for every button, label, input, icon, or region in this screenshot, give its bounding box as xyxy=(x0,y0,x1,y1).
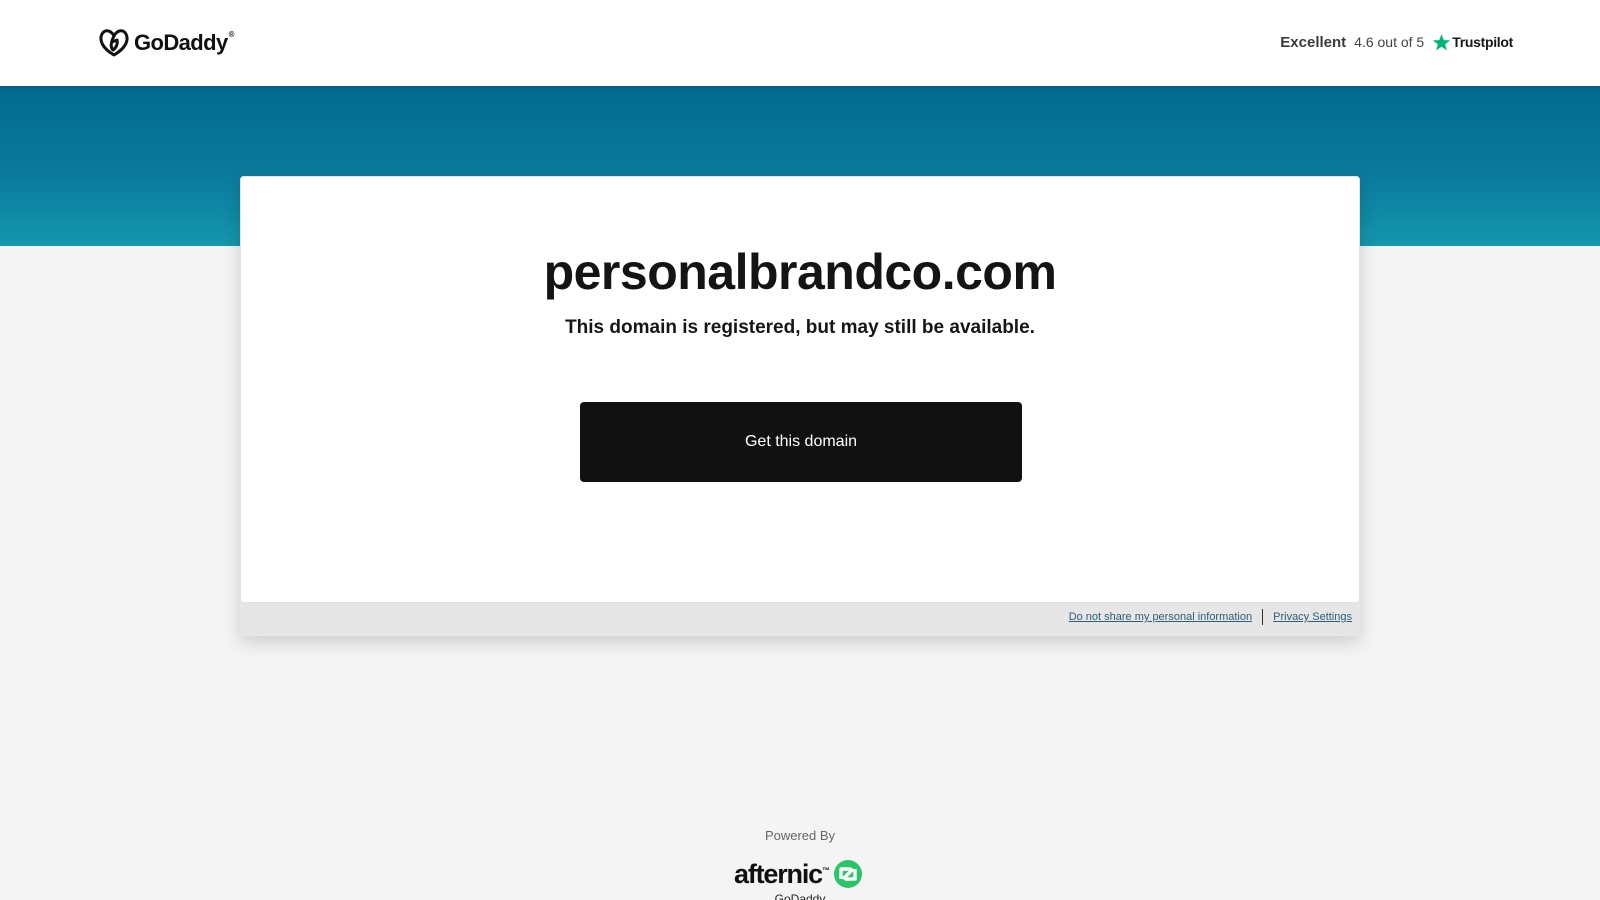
domain-status-text: This domain is registered, but may still… xyxy=(565,317,1035,338)
afternic-arrows-icon xyxy=(833,860,862,888)
trustpilot-rating[interactable]: Excellent 4.6 out of 5 Trustpilot xyxy=(1280,30,1513,54)
afternic-wordmark: afternic™ xyxy=(734,858,830,889)
powered-by-label: Powered By xyxy=(764,828,836,843)
privacy-separator xyxy=(1262,609,1264,625)
domain-card: personalbrandco.com This domain is regis… xyxy=(240,176,1360,603)
top-header: GoDaddy® Excellent 4.6 out of 5 Trustpil… xyxy=(0,0,1600,86)
rating-score: 4.6 out of 5 xyxy=(1354,34,1425,50)
footer-cut-text: GoDaddy xyxy=(774,892,826,900)
trustpilot-star-icon xyxy=(1433,33,1451,50)
godaddy-logo[interactable]: GoDaddy® xyxy=(98,28,235,58)
privacy-settings-link[interactable]: Privacy Settings xyxy=(1273,611,1352,623)
do-not-share-link[interactable]: Do not share my personal information xyxy=(1069,611,1252,623)
privacy-links: Do not share my personal information Pri… xyxy=(1069,608,1352,626)
get-domain-button[interactable]: Get this domain xyxy=(580,402,1022,482)
logo-wordmark: GoDaddy® xyxy=(134,30,235,55)
godaddy-heart-icon xyxy=(99,29,129,57)
rating-label: Excellent xyxy=(1280,33,1347,51)
afternic-logo[interactable]: afternic™ xyxy=(734,858,863,890)
trustpilot-name: Trustpilot xyxy=(1452,34,1513,50)
domain-card-container: personalbrandco.com This domain is regis… xyxy=(240,176,1360,636)
domain-title: personalbrandco.com xyxy=(543,244,1057,300)
